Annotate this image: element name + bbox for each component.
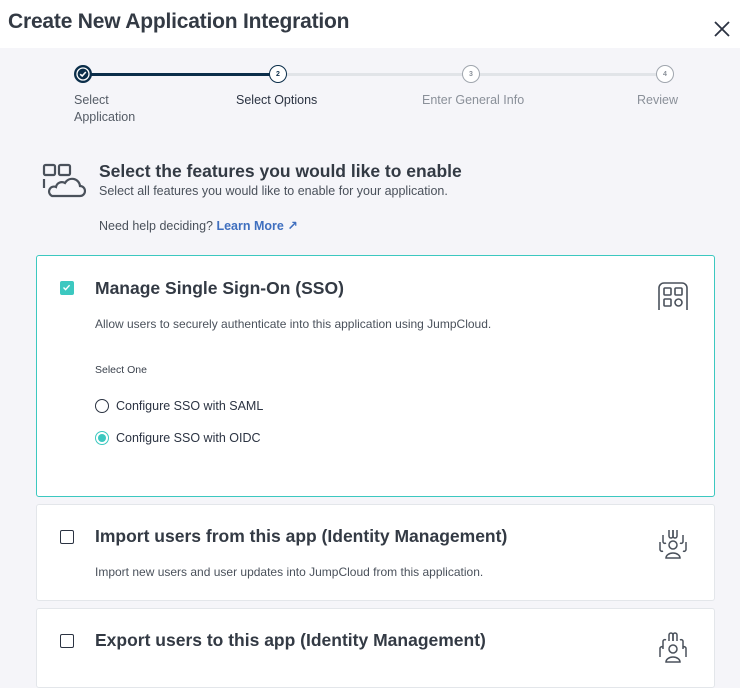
radio-option-oidc[interactable]: Configure SSO with OIDC [95, 429, 261, 447]
checkmark-icon [63, 284, 71, 291]
import-users-icon [659, 530, 687, 559]
step-2-label: Select Options [236, 93, 318, 107]
apps-cloud-icon [42, 163, 86, 198]
step-4-label: Review [637, 93, 678, 107]
help-prompt: Need help deciding? [99, 219, 213, 233]
stepper-track-complete [84, 73, 278, 76]
section-title: Select the features you would like to en… [99, 161, 462, 181]
section-subtitle: Select all features you would like to en… [99, 184, 448, 198]
step-1-label: Select Application [74, 93, 136, 124]
feature-card-import[interactable]: Import users from this app (Identity Man… [36, 504, 715, 601]
step-3-label: Enter General Info [422, 93, 525, 107]
modal-title: Create New Application Integration [8, 10, 350, 33]
step-2-indicator: 2 [269, 65, 287, 83]
radio-label: Configure SSO with OIDC [116, 431, 261, 445]
feature-description: Allow users to securely authenticate int… [95, 317, 492, 331]
feature-title: Import users from this app (Identity Man… [95, 526, 508, 546]
sso-apps-icon [658, 282, 688, 310]
step-1-indicator [74, 65, 92, 83]
learn-more-label: Learn More [216, 219, 284, 233]
external-link-icon: ↗ [287, 219, 298, 233]
radio-label: Configure SSO with SAML [116, 399, 264, 413]
feature-card-export[interactable]: Export users to this app (Identity Manag… [36, 608, 715, 688]
close-button[interactable] [712, 19, 732, 39]
feature-title: Export users to this app (Identity Manag… [95, 630, 486, 650]
sso-checkbox[interactable] [60, 281, 74, 295]
modal-header: Create New Application Integration [0, 0, 740, 48]
help-text: Need help deciding? Learn More ↗ [99, 218, 298, 233]
progress-stepper: 2 3 4 Select Application Select Options … [0, 48, 740, 143]
close-icon [714, 21, 730, 37]
feature-card-sso[interactable]: Manage Single Sign-On (SSO) Allow users … [36, 255, 715, 497]
checkmark-icon [76, 67, 90, 81]
feature-title: Manage Single Sign-On (SSO) [95, 278, 344, 298]
radio-button-selected[interactable] [95, 431, 109, 445]
radio-option-saml[interactable]: Configure SSO with SAML [95, 397, 263, 415]
select-one-label: Select One [95, 364, 147, 376]
step-3-indicator: 3 [462, 65, 480, 83]
export-checkbox[interactable] [60, 634, 74, 648]
learn-more-link[interactable]: Learn More ↗ [216, 219, 297, 233]
step-4-indicator: 4 [656, 65, 674, 83]
import-checkbox[interactable] [60, 530, 74, 544]
radio-button[interactable] [95, 399, 109, 413]
feature-description: Import new users and user updates into J… [95, 565, 484, 579]
